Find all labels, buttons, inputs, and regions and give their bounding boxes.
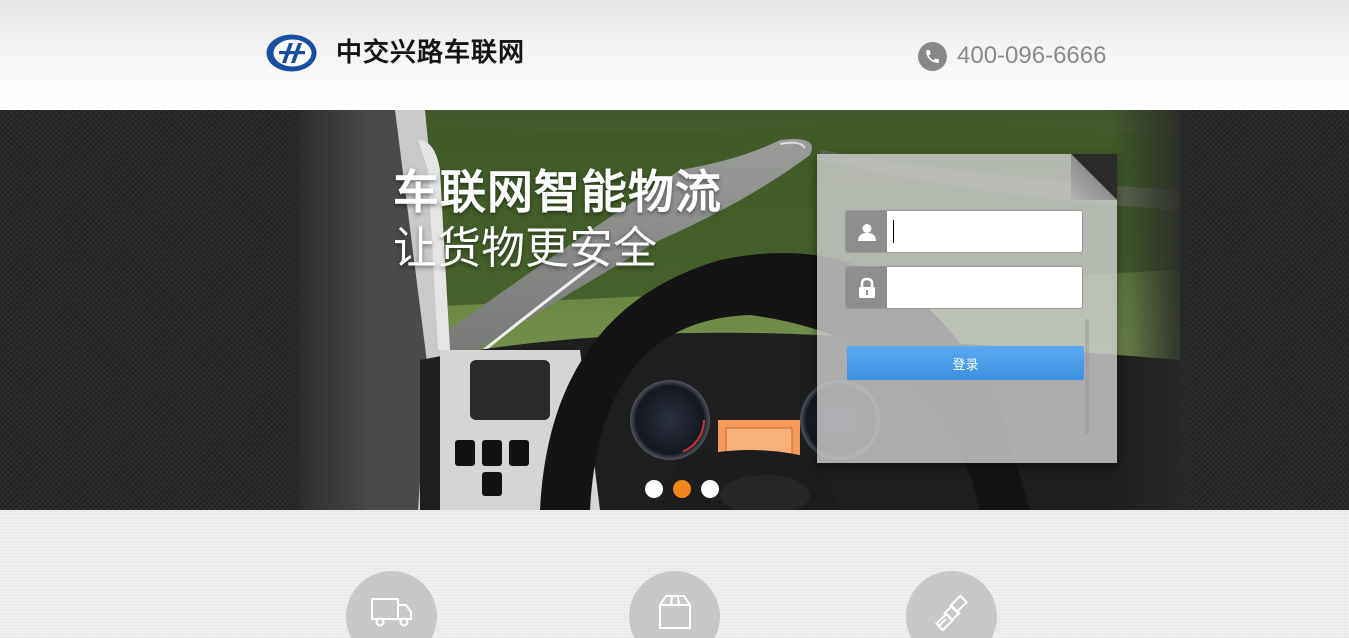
logo-icon[interactable] — [265, 33, 318, 73]
password-field[interactable] — [845, 266, 1083, 309]
carousel-dot-1[interactable] — [645, 480, 663, 498]
login-panel: 登录 — [817, 154, 1117, 463]
truck-icon — [370, 598, 412, 627]
photo-fade-right — [1110, 110, 1190, 510]
password-input[interactable] — [887, 267, 1082, 308]
login-button[interactable]: 登录 — [847, 346, 1084, 380]
carousel-dot-2[interactable] — [673, 480, 691, 498]
feature-truck[interactable] — [346, 571, 437, 638]
username-input[interactable] — [887, 211, 1082, 252]
username-field[interactable] — [845, 210, 1083, 253]
banner-headline: 车联网智能物流 — [393, 165, 722, 219]
photo-fade-left — [290, 110, 370, 510]
satellite-icon — [934, 594, 968, 632]
panel-folded-corner — [1071, 154, 1117, 200]
hero-carousel: 车联网智能物流 让货物更安全 登录 — [0, 110, 1349, 510]
logo-text[interactable]: 中交兴路车联网 — [336, 36, 525, 70]
carousel-dot-3[interactable] — [701, 480, 719, 498]
user-icon — [846, 211, 887, 252]
feature-satellite[interactable] — [906, 571, 997, 638]
banner-subheadline: 让货物更安全 — [393, 223, 657, 274]
text-caret — [893, 220, 894, 243]
feature-package[interactable] — [629, 571, 720, 638]
hotline-number: 400-096-6666 — [957, 42, 1107, 69]
package-icon — [658, 595, 691, 629]
carousel-indicators — [645, 480, 719, 498]
lock-icon — [846, 267, 887, 308]
phone-icon — [918, 42, 947, 71]
panel-scroll-track — [1085, 319, 1089, 434]
site-header: 中交兴路车联网 400-096-6666 — [0, 0, 1349, 110]
features-section — [0, 510, 1349, 638]
